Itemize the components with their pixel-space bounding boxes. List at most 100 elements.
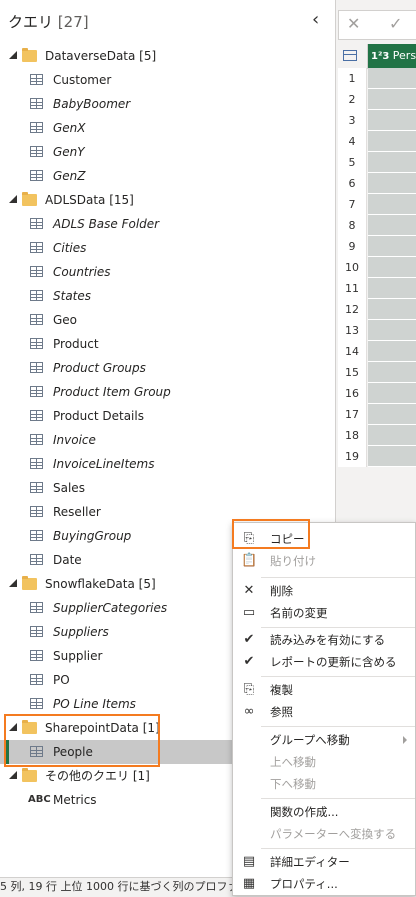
menu-item-move-up[interactable]: 上へ移動	[233, 751, 415, 773]
table-cell[interactable]	[368, 341, 416, 362]
table-row: 19	[338, 446, 416, 467]
folder-icon	[22, 768, 37, 782]
table-row: 9	[338, 236, 416, 257]
query-label: Product	[53, 337, 99, 351]
menu-item-reference[interactable]: ∞ 参照	[233, 701, 415, 723]
query-item[interactable]: Sales	[0, 476, 333, 500]
table-cell[interactable]	[368, 404, 416, 425]
menu-item-advanced-editor[interactable]: ▤ 詳細エディター	[233, 851, 415, 873]
query-group[interactable]: DataverseData [5]	[0, 44, 333, 68]
query-item[interactable]: Geo	[0, 308, 333, 332]
query-item[interactable]: ADLS Base Folder	[0, 212, 333, 236]
table-menu-button[interactable]	[338, 44, 368, 69]
expand-triangle-icon[interactable]	[9, 579, 17, 587]
menu-separator	[261, 798, 415, 799]
row-number: 11	[338, 278, 367, 299]
query-item[interactable]: GenX	[0, 116, 333, 140]
table-cell[interactable]	[368, 257, 416, 278]
query-item[interactable]: BabyBoomer	[0, 92, 333, 116]
table-cell[interactable]	[368, 68, 416, 89]
table-icon	[30, 290, 43, 301]
table-cell[interactable]	[368, 383, 416, 404]
query-label: Product Groups	[53, 361, 146, 375]
menu-item-include-refresh[interactable]: ✔ レポートの更新に含める	[233, 651, 415, 673]
query-label: GenZ	[53, 169, 86, 183]
menu-item-create-function[interactable]: 関数の作成...	[233, 801, 415, 823]
table-row: 11	[338, 278, 416, 299]
query-item[interactable]: Product	[0, 332, 333, 356]
menu-item-delete[interactable]: ✕ 削除	[233, 580, 415, 602]
query-label: Sales	[53, 481, 85, 495]
menu-item-move-down[interactable]: 下へ移動	[233, 773, 415, 795]
table-row: 16	[338, 383, 416, 404]
menu-item-enable-load[interactable]: ✔ 読み込みを有効にする	[233, 629, 415, 651]
query-label: Metrics	[53, 793, 97, 807]
query-item[interactable]: GenY	[0, 140, 333, 164]
query-item[interactable]: Product Groups	[0, 356, 333, 380]
cancel-formula-icon[interactable]: ✕	[347, 14, 360, 33]
table-cell[interactable]	[368, 320, 416, 341]
table-cell[interactable]	[368, 215, 416, 236]
row-number: 7	[338, 194, 367, 215]
menu-item-paste[interactable]: 📋 貼り付け	[233, 550, 415, 572]
query-label: States	[53, 289, 92, 303]
table-icon	[30, 434, 43, 445]
collapse-pane-icon[interactable]: ‹	[312, 9, 319, 30]
menu-separator	[261, 676, 415, 677]
menu-item-move-to-group[interactable]: グループへ移動	[233, 729, 415, 751]
expand-triangle-icon[interactable]	[9, 195, 17, 203]
query-item[interactable]: Product Item Group	[0, 380, 333, 404]
table-cell[interactable]	[368, 194, 416, 215]
table-cell[interactable]	[368, 131, 416, 152]
table-cell[interactable]	[368, 173, 416, 194]
table-row: 7	[338, 194, 416, 215]
row-number: 14	[338, 341, 367, 362]
confirm-formula-icon[interactable]: ✓	[389, 14, 402, 33]
table-icon	[30, 218, 43, 229]
table-cell[interactable]	[368, 278, 416, 299]
query-item[interactable]: Customer	[0, 68, 333, 92]
table-cell[interactable]	[368, 89, 416, 110]
query-label: Product Details	[53, 409, 144, 423]
table-icon	[30, 170, 43, 181]
sharepoint-highlight-box	[4, 714, 160, 767]
row-number: 16	[338, 383, 367, 404]
query-label: ADLS Base Folder	[53, 217, 160, 231]
table-cell[interactable]	[368, 446, 416, 467]
table-cell[interactable]	[368, 425, 416, 446]
menu-item-duplicate[interactable]: ⎘ 複製	[233, 679, 415, 701]
context-menu: ⎘ コピー 📋 貼り付け ✕ 削除 ▭ 名前の変更 ✔ 読み込みを有効にする ✔ レポートの…	[232, 519, 416, 896]
expand-triangle-icon[interactable]	[9, 51, 17, 59]
query-label: GenX	[53, 121, 86, 135]
row-number: 19	[338, 446, 367, 467]
table-cell[interactable]	[368, 236, 416, 257]
row-number: 3	[338, 110, 367, 131]
table-icon	[30, 122, 43, 133]
menu-item-properties[interactable]: ▦ プロパティ...	[233, 873, 415, 895]
delete-icon: ✕	[243, 583, 255, 598]
table-cell[interactable]	[368, 299, 416, 320]
row-number: 9	[338, 236, 367, 257]
query-item[interactable]: Invoice	[0, 428, 333, 452]
table-icon	[30, 506, 43, 517]
query-item[interactable]: States	[0, 284, 333, 308]
query-item[interactable]: Cities	[0, 236, 333, 260]
checkmark-icon: ✔	[243, 632, 255, 647]
table-cell[interactable]	[368, 110, 416, 131]
query-item[interactable]: Product Details	[0, 404, 333, 428]
query-item[interactable]: Countries	[0, 260, 333, 284]
column-header-person[interactable]: 1²3 Person	[368, 44, 416, 68]
table-row: 17	[338, 404, 416, 425]
table-cell[interactable]	[368, 362, 416, 383]
table-cell[interactable]	[368, 152, 416, 173]
submenu-arrow-icon	[403, 736, 407, 744]
query-item[interactable]: InvoiceLineItems	[0, 452, 333, 476]
query-group[interactable]: ADLSData [15]	[0, 188, 333, 212]
folder-icon	[22, 48, 37, 62]
menu-item-rename[interactable]: ▭ 名前の変更	[233, 602, 415, 624]
row-number: 2	[338, 89, 367, 110]
query-item[interactable]: GenZ	[0, 164, 333, 188]
row-number: 6	[338, 173, 367, 194]
menu-item-convert-parameter[interactable]: パラメーターへ変換する	[233, 823, 415, 845]
expand-triangle-icon[interactable]	[9, 771, 17, 779]
